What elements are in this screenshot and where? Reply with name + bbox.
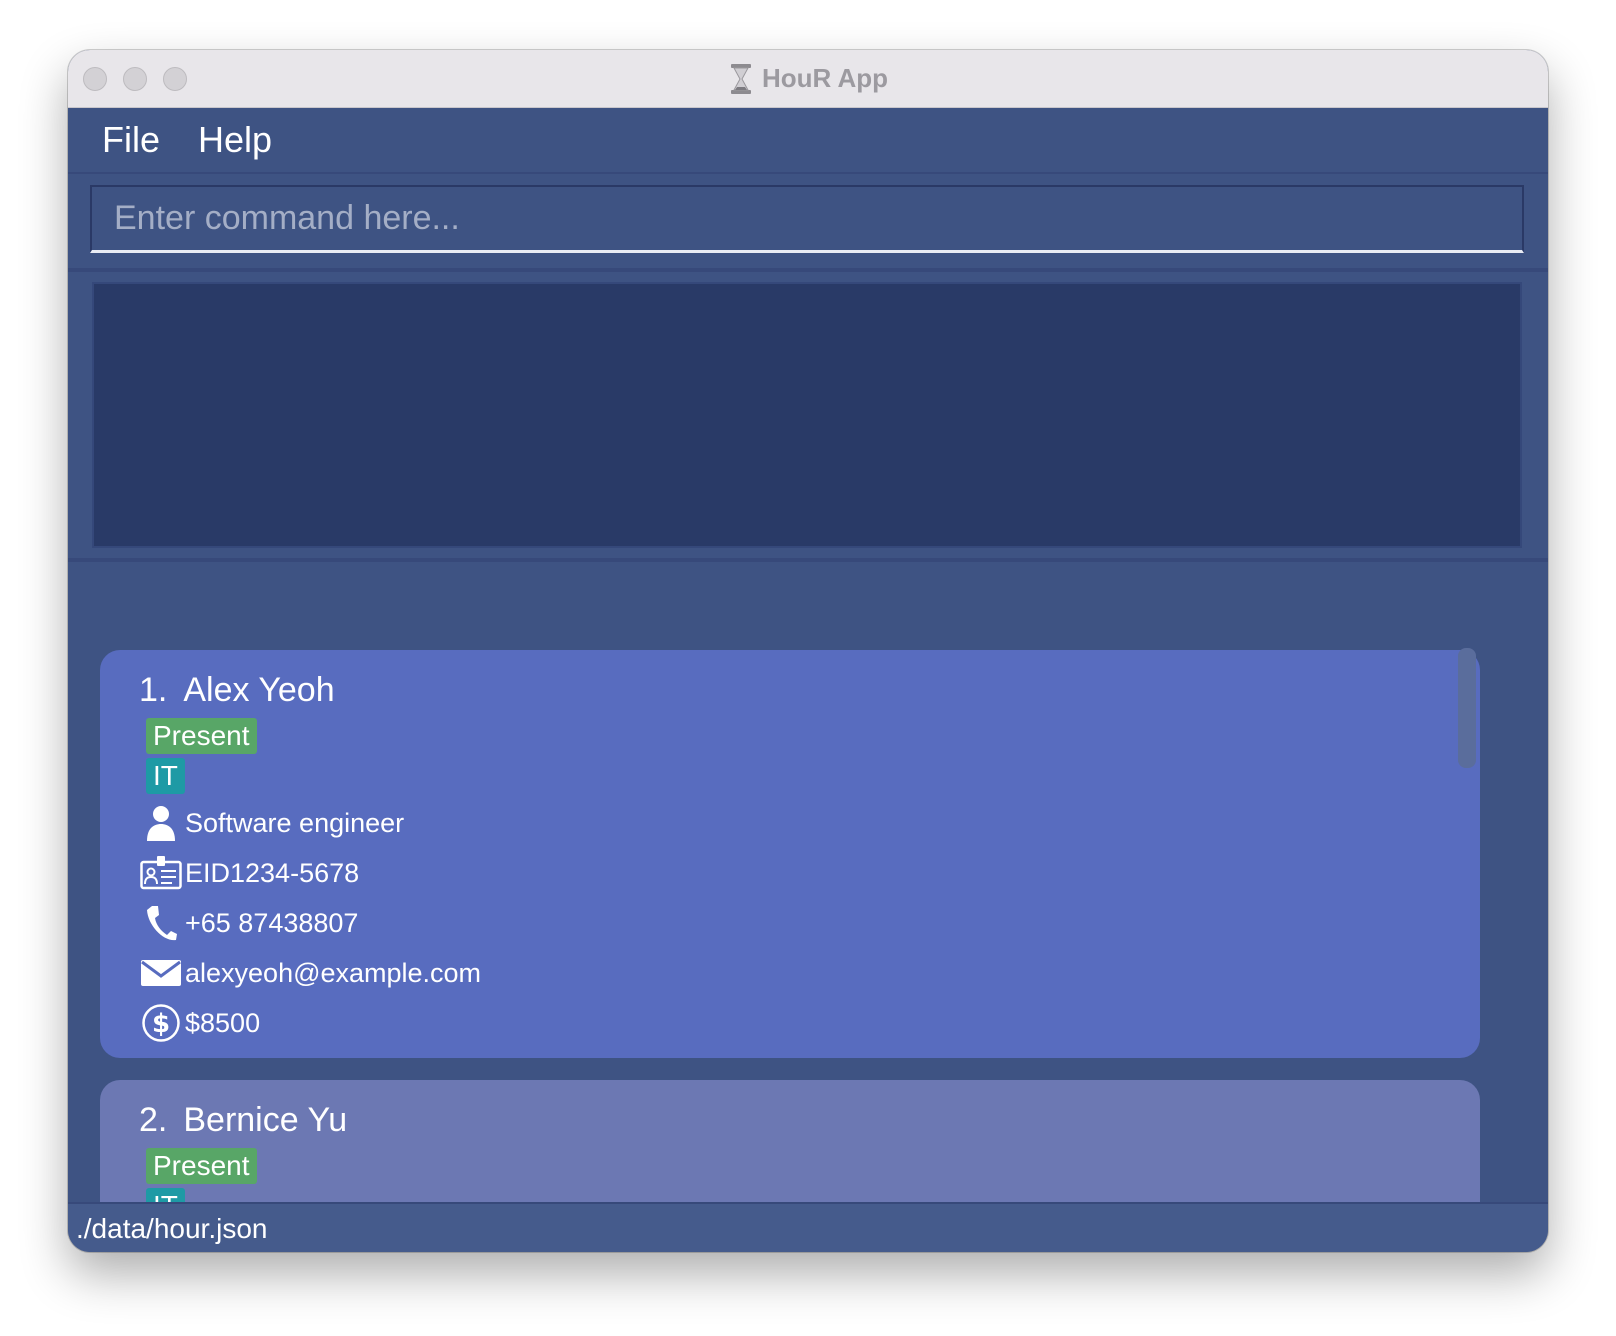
menu-bar: File Help xyxy=(68,108,1548,174)
salary-row: $ $8500 xyxy=(139,998,1480,1048)
window-title-group: HouR App xyxy=(68,50,1548,107)
role-row: Software engineer xyxy=(139,798,1480,848)
employee-id-row: EID1234-5678 xyxy=(139,848,1480,898)
divider xyxy=(68,268,1548,272)
result-display xyxy=(92,282,1522,548)
status-tag: Present xyxy=(146,1148,257,1184)
command-box xyxy=(90,185,1524,253)
save-location-text: ./data/hour.json xyxy=(76,1213,268,1244)
person-index: 1. xyxy=(139,671,168,709)
phone-text: +65 87438807 xyxy=(185,907,359,938)
status-tag: Present xyxy=(146,718,257,754)
role-text: Software engineer xyxy=(185,807,405,838)
person-index: 2. xyxy=(139,1101,168,1139)
title-bar: HouR App xyxy=(68,50,1548,108)
hourglass-icon xyxy=(730,63,751,94)
mail-icon xyxy=(139,951,183,995)
person-name-row: 1. Alex Yeoh xyxy=(139,670,1480,710)
department-tag: IT xyxy=(146,758,185,794)
status-tag-row: Present xyxy=(139,710,1480,754)
salary-text: $8500 xyxy=(185,1007,261,1038)
person-card[interactable]: 1. Alex Yeoh Present IT Software engineer xyxy=(100,650,1480,1058)
phone-row: +65 87438807 xyxy=(139,898,1480,948)
person-icon xyxy=(139,801,183,845)
person-name: Alex Yeoh xyxy=(183,671,335,709)
id-card-icon xyxy=(139,851,183,895)
email-row: alexyeoh@example.com xyxy=(139,948,1480,998)
department-tag-row: IT xyxy=(139,754,1480,798)
phone-icon xyxy=(139,901,183,945)
status-bar: ./data/hour.json xyxy=(68,1202,1548,1252)
svg-text:$: $ xyxy=(152,1009,170,1039)
person-name-row: 2. Bernice Yu xyxy=(139,1100,1480,1140)
app-window: HouR App File Help 1. Alex Yeoh Present I… xyxy=(68,50,1548,1252)
scrollbar-thumb[interactable] xyxy=(1458,648,1476,768)
person-list[interactable]: 1. Alex Yeoh Present IT Software engineer xyxy=(68,562,1548,1232)
window-title: HouR App xyxy=(761,63,889,93)
status-tag-row: Present xyxy=(139,1140,1480,1184)
person-name: Bernice Yu xyxy=(183,1101,348,1139)
email-text: alexyeoh@example.com xyxy=(185,957,482,988)
command-input[interactable] xyxy=(92,187,1522,250)
menu-help[interactable]: Help xyxy=(160,119,272,161)
menu-file[interactable]: File xyxy=(68,119,160,161)
employee-id-text: EID1234-5678 xyxy=(185,857,360,888)
dollar-icon: $ xyxy=(139,1001,183,1045)
